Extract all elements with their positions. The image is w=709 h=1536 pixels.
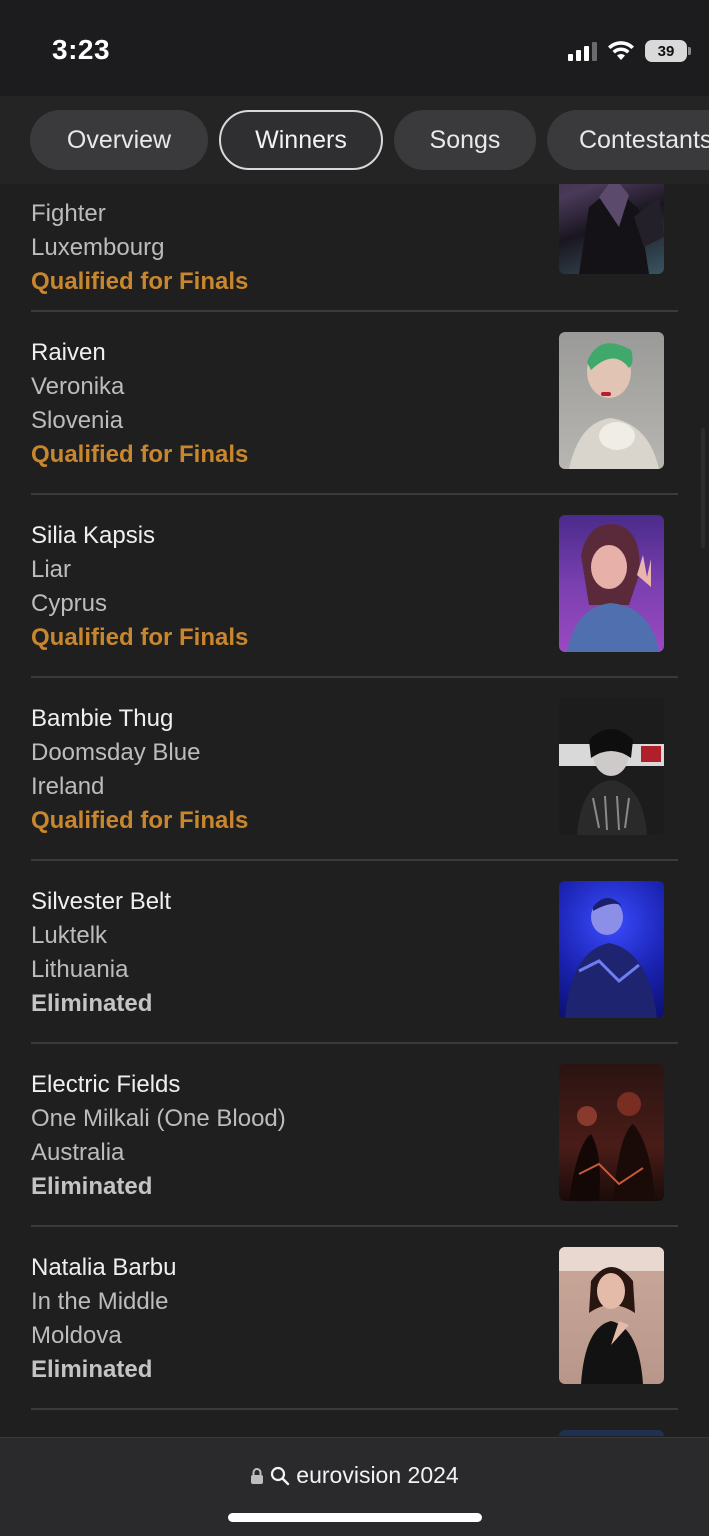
list-item[interactable]: Natalia Barbu In the Middle Moldova Elim… xyxy=(0,1227,709,1410)
scrollbar[interactable] xyxy=(701,428,705,548)
tab-overview[interactable]: Overview xyxy=(30,110,208,170)
search-icon xyxy=(271,1466,290,1485)
contestant-photo xyxy=(559,1430,664,1436)
artist-name: Silia Kapsis xyxy=(31,522,156,549)
country-name: Cyprus xyxy=(31,590,108,617)
song-title: Veronika xyxy=(31,373,125,400)
results-list: Fighter Luxembourg Qualified for Finals … xyxy=(0,184,709,1436)
list-item[interactable] xyxy=(0,1410,709,1436)
status-label: Eliminated xyxy=(31,1173,153,1200)
list-item[interactable]: Fighter Luxembourg Qualified for Finals xyxy=(0,184,709,312)
contestant-photo-art xyxy=(559,1247,664,1384)
song-title: One Milkali (One Blood) xyxy=(31,1105,286,1132)
artist-name: Natalia Barbu xyxy=(31,1254,177,1281)
status-label: Qualified for Finals xyxy=(31,441,249,468)
artist-name: Raiven xyxy=(31,339,106,366)
contestant-photo-art xyxy=(569,1092,655,1201)
artist-name: Silvester Belt xyxy=(31,888,172,915)
list-item[interactable]: Electric Fields One Milkali (One Blood) … xyxy=(0,1044,709,1227)
contestant-photo-art xyxy=(569,343,659,469)
cellular-signal-icon xyxy=(568,41,597,61)
contestant-photo xyxy=(559,1247,664,1384)
country-name: Luxembourg xyxy=(31,234,165,261)
list-item[interactable]: Raiven Veronika Slovenia Qualified for F… xyxy=(0,312,709,495)
artist-name: Electric Fields xyxy=(31,1071,181,1098)
contestant-photo-art xyxy=(567,524,659,652)
home-indicator[interactable] xyxy=(228,1513,482,1522)
country-name: Ireland xyxy=(31,773,105,800)
contestant-photo-art xyxy=(579,184,664,274)
status-bar: 3:23 39 xyxy=(0,0,709,96)
tab-contestants[interactable]: Contestants xyxy=(547,110,709,170)
browser-address-bar: eurovision 2024 xyxy=(0,1437,709,1536)
tab-songs[interactable]: Songs xyxy=(394,110,536,170)
country-name: Slovenia xyxy=(31,407,124,434)
artist-name: Bambie Thug xyxy=(31,705,174,732)
country-name: Lithuania xyxy=(31,956,129,983)
country-name: Australia xyxy=(31,1139,125,1166)
battery-icon: 39 xyxy=(645,40,691,62)
contestant-photo xyxy=(559,515,664,652)
song-title: Liar xyxy=(31,556,72,583)
country-name: Moldova xyxy=(31,1322,122,1349)
url-text: eurovision 2024 xyxy=(296,1462,459,1488)
tab-winners[interactable]: Winners xyxy=(219,110,383,170)
contestant-photo xyxy=(559,184,664,274)
contestant-photo xyxy=(559,881,664,1018)
contestant-photo xyxy=(559,332,664,469)
battery-level: 39 xyxy=(657,42,675,60)
contestant-photo-art xyxy=(559,698,664,835)
contestant-photo xyxy=(559,698,664,835)
status-icons: 39 xyxy=(568,38,691,64)
status-label: Qualified for Finals xyxy=(31,807,249,834)
status-label: Qualified for Finals xyxy=(31,624,249,651)
tab-bar: Overview Winners Songs Contestants xyxy=(0,96,709,184)
contestant-photo-art xyxy=(565,898,657,1018)
contestant-photo xyxy=(559,1064,664,1201)
status-time: 3:23 xyxy=(52,34,111,65)
list-item[interactable]: Silia Kapsis Liar Cyprus Qualified for F… xyxy=(0,495,709,678)
song-title: Doomsday Blue xyxy=(31,739,201,766)
wifi-icon xyxy=(608,41,634,60)
url-field[interactable]: eurovision 2024 xyxy=(0,1462,709,1489)
song-title: Fighter xyxy=(31,200,106,227)
lock-icon xyxy=(251,1467,264,1484)
status-label: Qualified for Finals xyxy=(31,268,249,295)
song-title: In the Middle xyxy=(31,1288,169,1315)
song-title: Luktelk xyxy=(31,922,108,949)
list-item[interactable]: Bambie Thug Doomsday Blue Ireland Qualif… xyxy=(0,678,709,861)
status-label: Eliminated xyxy=(31,990,153,1017)
status-label: Eliminated xyxy=(31,1356,153,1383)
list-item[interactable]: Silvester Belt Luktelk Lithuania Elimina… xyxy=(0,861,709,1044)
